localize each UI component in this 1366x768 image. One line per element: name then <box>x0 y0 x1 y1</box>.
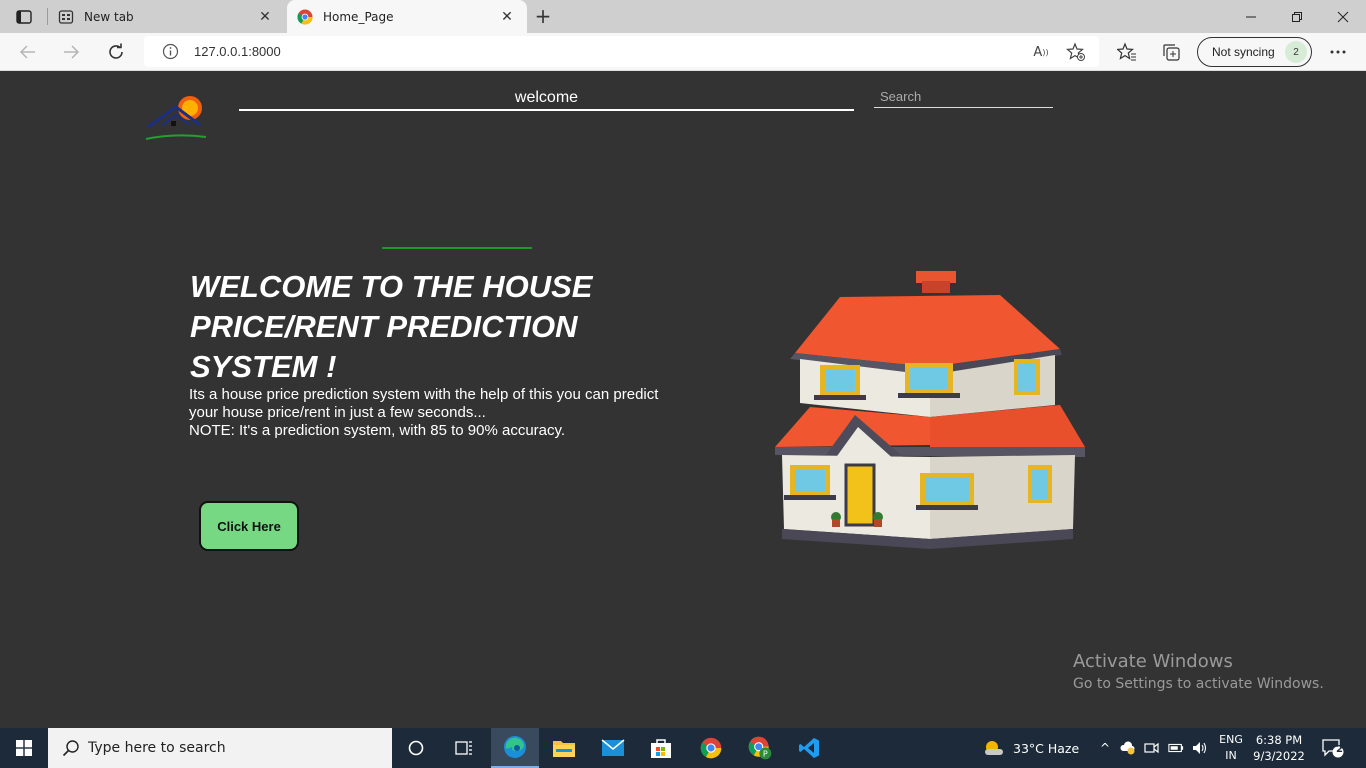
taskbar-chrome-profile[interactable]: P <box>736 728 784 768</box>
close-window-button[interactable] <box>1320 0 1366 33</box>
url-text[interactable]: 127.0.0.1:8000 <box>194 44 281 59</box>
hero-description: Its a house price prediction system with… <box>189 386 659 440</box>
meet-now-icon[interactable] <box>1144 740 1160 756</box>
windows-logo-icon <box>16 740 32 756</box>
house-sun-logo-icon <box>145 96 207 140</box>
edge-browser-icon <box>504 736 526 758</box>
address-bar[interactable]: 127.0.0.1:8000 A)) <box>144 36 1099 67</box>
tab-home-page[interactable]: Home_Page ✕ <box>287 0 527 33</box>
weather-text: 33°C Haze <box>1013 740 1080 756</box>
clock-date: 9/3/2022 <box>1253 749 1305 763</box>
restore-button[interactable] <box>1274 0 1320 33</box>
language-region: IN <box>1225 749 1237 762</box>
activate-windows-watermark: Activate Windows Go to Settings to activ… <box>1073 651 1324 692</box>
tab-new-tab[interactable]: New tab ✕ <box>48 0 285 33</box>
click-here-button[interactable]: Click Here <box>199 501 299 551</box>
tab-title: Home_Page <box>323 9 394 24</box>
tab-title: New tab <box>84 9 134 24</box>
taskbar-mail[interactable] <box>589 728 637 768</box>
hero-note-line: NOTE: It's a prediction system, with 85 … <box>189 422 566 439</box>
onedrive-warning-icon[interactable] <box>1120 740 1136 756</box>
start-button[interactable] <box>0 728 48 768</box>
new-tab-page-icon <box>58 9 74 25</box>
activate-windows-subtitle: Go to Settings to activate Windows. <box>1073 676 1324 692</box>
refresh-button[interactable] <box>101 37 131 67</box>
svg-text:P: P <box>763 750 768 759</box>
taskbar-edge[interactable] <box>491 728 539 768</box>
tab-actions-menu-button[interactable] <box>10 6 38 28</box>
close-icon <box>1337 11 1349 22</box>
collections-icon <box>1163 44 1180 61</box>
read-aloud-icon[interactable]: A)) <box>1029 40 1053 64</box>
minimize-icon <box>1246 16 1256 17</box>
browser-toolbar: 127.0.0.1:8000 A)) Not syncing 2 <box>0 33 1366 71</box>
chrome-logo-icon <box>700 737 722 759</box>
taskbar-clock[interactable]: 6:38 PM 9/3/2022 <box>1252 732 1306 764</box>
close-tab-icon[interactable]: ✕ <box>495 7 519 27</box>
notification-center-button[interactable]: 2 <box>1318 736 1348 762</box>
taskbar-file-explorer[interactable] <box>540 728 588 768</box>
volume-icon[interactable] <box>1192 740 1208 756</box>
more-dots-icon <box>1330 50 1346 54</box>
task-view-button[interactable] <box>440 728 488 768</box>
settings-more-button[interactable] <box>1324 38 1352 66</box>
cortana-button[interactable] <box>392 728 440 768</box>
notification-count: 2 <box>1336 744 1343 755</box>
hero-title: WELCOME TO THE HOUSE PRICE/RENT PREDICTI… <box>190 269 593 384</box>
accent-divider <box>382 247 532 249</box>
close-tab-icon[interactable]: ✕ <box>253 7 277 27</box>
restore-icon <box>1292 11 1302 22</box>
forward-button[interactable] <box>56 37 86 67</box>
profile-sync-button[interactable]: Not syncing 2 <box>1197 37 1312 67</box>
taskbar-vscode[interactable] <box>785 728 833 768</box>
store-bag-icon <box>651 739 671 758</box>
minimize-button[interactable] <box>1228 0 1274 33</box>
windows-taskbar: Type here to search P 33°C Haze ^ ENG IN… <box>0 728 1366 768</box>
search-icon <box>62 740 79 757</box>
taskbar-search-placeholder: Type here to search <box>88 740 226 756</box>
back-button[interactable] <box>13 37 43 67</box>
profile-badge: 2 <box>1285 41 1307 63</box>
taskbar-search-box[interactable]: Type here to search <box>48 728 392 768</box>
activate-windows-title: Activate Windows <box>1073 651 1233 672</box>
page-content: welcome WELCOME TO THE HOUSE PRICE/RENT … <box>0 71 1366 728</box>
back-arrow-icon <box>19 45 35 59</box>
search-input[interactable] <box>874 85 1053 107</box>
input-language-indicator[interactable]: ENG IN <box>1216 732 1246 764</box>
weather-widget[interactable]: 33°C Haze <box>983 728 1079 768</box>
tab-actions-icon <box>16 10 32 24</box>
clock-time: 6:38 PM <box>1255 733 1303 747</box>
refresh-icon <box>109 43 123 59</box>
battery-icon[interactable] <box>1168 740 1184 756</box>
collections-button[interactable] <box>1157 38 1185 66</box>
add-favorite-icon[interactable] <box>1064 40 1088 64</box>
profile-sync-label: Not syncing <box>1212 45 1275 59</box>
house-illustration <box>770 267 1090 557</box>
vscode-icon <box>799 738 819 758</box>
search-field[interactable] <box>874 85 1053 108</box>
favorites-button[interactable] <box>1113 38 1141 66</box>
mail-icon <box>601 739 625 756</box>
weather-haze-icon <box>985 741 1003 755</box>
folder-icon <box>553 741 575 757</box>
house-image-icon <box>775 271 1085 549</box>
site-info-icon[interactable] <box>162 43 179 60</box>
show-hidden-icons-chevron-icon[interactable]: ^ <box>1097 740 1113 756</box>
browser-tab-bar: New tab ✕ Home_Page ✕ + <box>0 0 1366 33</box>
taskbar-chrome[interactable] <box>687 728 735 768</box>
cortana-circle-icon <box>408 740 424 756</box>
task-view-icon <box>455 741 472 755</box>
taskbar-store[interactable] <box>637 728 685 768</box>
chrome-logo-icon <box>297 9 313 25</box>
nav-welcome-link[interactable]: welcome <box>239 89 854 111</box>
language-code: ENG <box>1219 733 1243 746</box>
new-tab-button[interactable]: + <box>530 4 556 28</box>
hero-description-line: Its a house price prediction system with… <box>189 386 659 421</box>
site-logo[interactable] <box>140 91 210 143</box>
favorites-icon <box>1117 42 1136 61</box>
chrome-profile-icon: P <box>748 736 772 760</box>
forward-arrow-icon <box>64 45 80 59</box>
